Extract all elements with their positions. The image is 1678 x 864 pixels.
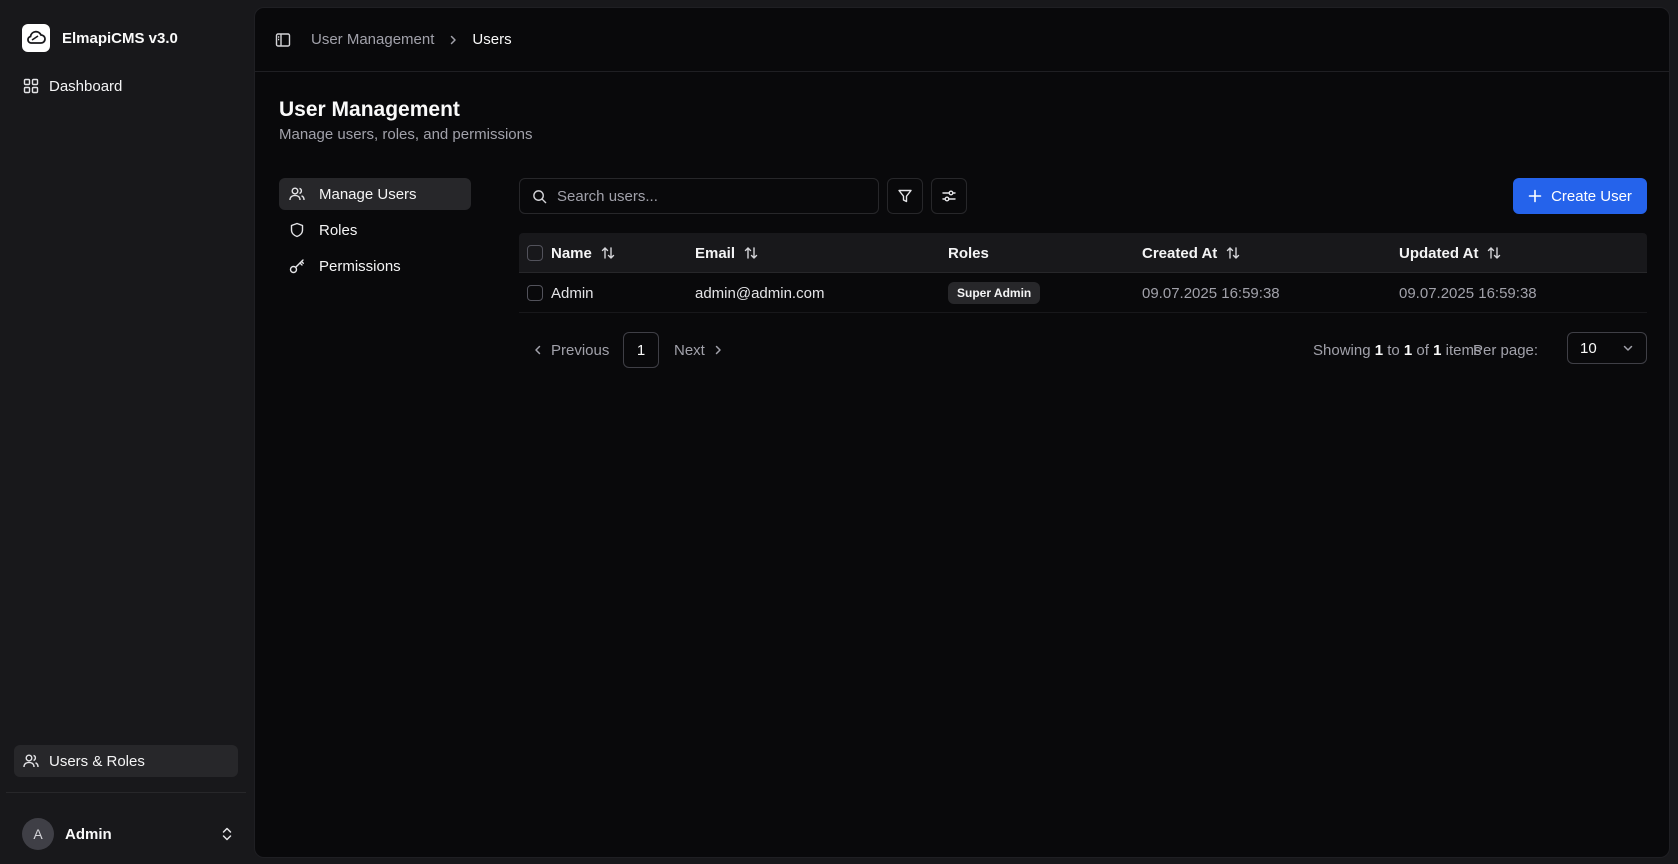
- showing-total: 1: [1433, 341, 1442, 359]
- next-label: Next: [674, 341, 705, 359]
- sidebar-item-users-roles[interactable]: Users & Roles: [14, 745, 238, 777]
- avatar: A: [22, 818, 54, 850]
- previous-page-button[interactable]: Previous: [533, 332, 609, 368]
- showing-to: 1: [1403, 341, 1413, 359]
- column-header-email[interactable]: Email: [695, 233, 759, 273]
- showing-from: 1: [1374, 341, 1384, 359]
- user-name: Admin: [65, 825, 112, 843]
- column-label: Roles: [948, 244, 989, 262]
- dashboard-icon: [23, 78, 39, 94]
- breadcrumb: User Management Users: [311, 31, 512, 48]
- search-box[interactable]: [519, 178, 879, 214]
- column-header-created-at[interactable]: Created At: [1142, 233, 1241, 273]
- key-icon: [289, 258, 305, 274]
- table-row[interactable]: Admin admin@admin.com Super Admin 09.07.…: [519, 273, 1647, 313]
- filter-icon: [897, 188, 913, 204]
- user-menu[interactable]: A Admin: [22, 818, 234, 850]
- sidebar-item-label: Users & Roles: [49, 752, 145, 770]
- sliders-icon: [941, 188, 957, 204]
- sidebar-divider: [6, 792, 246, 793]
- users-icon: [289, 186, 305, 202]
- showing-of-word: of: [1412, 341, 1434, 359]
- brand[interactable]: ElmapiCMS v3.0: [22, 24, 178, 52]
- users-icon: [23, 753, 39, 769]
- column-settings-button[interactable]: [931, 178, 967, 214]
- sort-icon[interactable]: [600, 245, 616, 261]
- subnav-label: Manage Users: [319, 185, 417, 203]
- showing-summary: Showing 1 to 1 of 1 items: [1313, 332, 1481, 368]
- column-label: Updated At: [1399, 244, 1479, 262]
- app-name: ElmapiCMS v3.0: [62, 29, 178, 47]
- row-checkbox[interactable]: [527, 285, 543, 301]
- page-1-button[interactable]: 1: [623, 332, 659, 368]
- topbar: User Management Users: [255, 8, 1669, 72]
- cell-email: admin@admin.com: [695, 284, 825, 302]
- chevron-right-icon: [448, 34, 458, 46]
- search-input[interactable]: [557, 187, 857, 205]
- chevron-right-icon: [713, 344, 723, 356]
- search-icon: [532, 189, 547, 204]
- role-badge: Super Admin: [948, 282, 1041, 304]
- sort-icon[interactable]: [1225, 245, 1241, 261]
- page-title: User Management: [279, 98, 460, 121]
- per-page-select[interactable]: 10: [1567, 332, 1647, 364]
- subnav-label: Permissions: [319, 257, 401, 275]
- per-page-value: 10: [1580, 339, 1597, 357]
- shield-icon: [289, 222, 305, 238]
- column-label: Name: [551, 244, 592, 262]
- subnav-roles[interactable]: Roles: [279, 214, 471, 246]
- breadcrumb-current: Users: [472, 31, 512, 48]
- select-all-checkbox[interactable]: [527, 245, 543, 261]
- cell-name: Admin: [551, 284, 594, 302]
- column-header-name[interactable]: Name: [551, 233, 616, 273]
- column-label: Created At: [1142, 244, 1218, 262]
- main-panel: User Management Users User Management Ma…: [254, 7, 1670, 858]
- cell-created-at: 09.07.2025 16:59:38: [1142, 284, 1280, 302]
- column-header-updated-at[interactable]: Updated At: [1399, 233, 1502, 273]
- sort-icon[interactable]: [743, 245, 759, 261]
- breadcrumb-parent[interactable]: User Management: [311, 31, 434, 48]
- sidebar-item-dashboard[interactable]: Dashboard: [14, 70, 238, 102]
- create-user-button[interactable]: Create User: [1513, 178, 1647, 214]
- select-all-cell: [527, 233, 543, 273]
- next-page-button[interactable]: Next: [674, 332, 723, 368]
- subnav-manage-users[interactable]: Manage Users: [279, 178, 471, 210]
- column-label: Email: [695, 244, 736, 262]
- cell-updated-at: 09.07.2025 16:59:38: [1399, 284, 1537, 302]
- table-header: Name Email Roles Created At Updated At: [519, 233, 1647, 273]
- subnav-permissions[interactable]: Permissions: [279, 250, 471, 282]
- filter-button[interactable]: [887, 178, 923, 214]
- sidebar-toggle-icon[interactable]: [275, 32, 291, 48]
- users-table: Name Email Roles Created At Updated At A…: [519, 233, 1647, 313]
- subnav-label: Roles: [319, 221, 358, 239]
- sidebar-item-label: Dashboard: [49, 77, 123, 95]
- cloud-logo-icon: [22, 24, 50, 52]
- pagination: Previous 1 Next Showing 1 to 1 of 1 item…: [519, 332, 1647, 368]
- showing-prefix: Showing: [1313, 341, 1375, 359]
- chevron-down-icon: [1622, 343, 1634, 353]
- create-user-label: Create User: [1551, 187, 1632, 205]
- cell-roles: Super Admin: [948, 273, 1041, 313]
- chevron-left-icon: [533, 344, 543, 356]
- sidebar: ElmapiCMS v3.0 Dashboard Users & Roles A: [0, 0, 254, 864]
- page-subtitle: Manage users, roles, and permissions: [279, 126, 533, 143]
- plus-icon: [1528, 189, 1542, 203]
- sort-icon[interactable]: [1486, 245, 1502, 261]
- row-select-cell: [527, 273, 543, 313]
- chevron-up-down-icon: [220, 826, 234, 842]
- showing-to-word: to: [1383, 341, 1404, 359]
- per-page-label: Per page:: [1473, 341, 1539, 359]
- column-header-roles: Roles: [948, 233, 989, 273]
- previous-label: Previous: [551, 341, 610, 359]
